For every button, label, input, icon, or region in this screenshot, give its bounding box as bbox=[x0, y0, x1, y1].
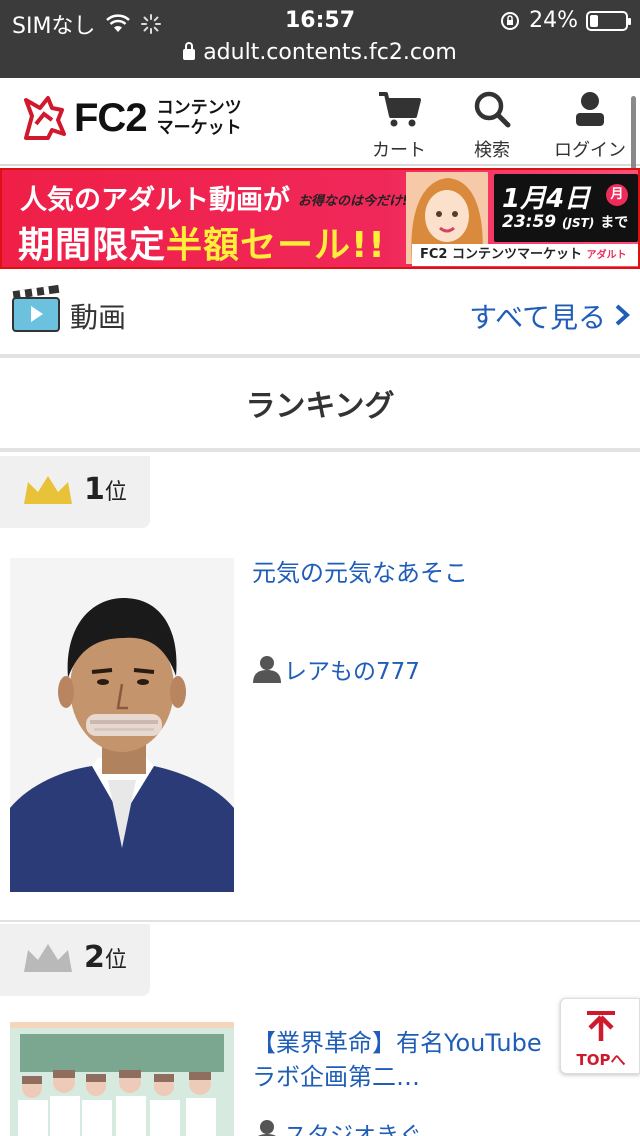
status-bar: SIMなし 16:57 24% adult.contents.fc2.com bbox=[0, 0, 640, 78]
logo-sub-line2: マーケット bbox=[156, 118, 242, 138]
back-to-top-button[interactable]: TOPへ bbox=[560, 998, 640, 1074]
banner-weekday: 月 bbox=[606, 184, 628, 206]
video-clapper-icon bbox=[12, 284, 60, 332]
item-thumbnail[interactable] bbox=[10, 1022, 234, 1136]
url-text: adult.contents.fc2.com bbox=[203, 40, 457, 65]
banner-footer-brand: FC2 コンテンツマーケット bbox=[420, 247, 582, 262]
login-label: ログイン bbox=[554, 140, 626, 161]
banner-tagline: お得なのは今だけ!! bbox=[298, 194, 414, 209]
rotation-lock-icon bbox=[501, 11, 520, 30]
item-thumbnail[interactable] bbox=[10, 558, 234, 892]
rank-badge: 2位 bbox=[0, 924, 150, 996]
battery-icon bbox=[586, 10, 631, 31]
banner-date: 1月4日 bbox=[502, 184, 591, 214]
sale-banner[interactable]: 人気のアダルト動画が 期間限定半額セール!! お得なのは今だけ!! 1月4日 月… bbox=[0, 168, 640, 269]
logo-text: FC2 bbox=[74, 95, 148, 140]
silver-crown-icon bbox=[24, 944, 72, 972]
lock-icon bbox=[183, 42, 196, 60]
section-title: 動画 bbox=[70, 301, 127, 334]
banner-date-box: 1月4日 月 23:59 (JST) まで bbox=[494, 174, 638, 242]
arrow-up-icon bbox=[587, 1011, 615, 1041]
chevron-right-icon[interactable] bbox=[614, 304, 630, 326]
search-label: 検索 bbox=[474, 140, 510, 161]
cart-button[interactable]: カート bbox=[372, 90, 426, 162]
logo-subtitle: コンテンツ マーケット bbox=[157, 98, 242, 138]
logo-sub-line1: コンテンツ bbox=[156, 98, 242, 118]
banner-until: まで bbox=[600, 215, 629, 231]
unicorn-logo-icon bbox=[24, 96, 66, 140]
banner-deadline: 23:59 (JST) まで bbox=[502, 212, 628, 232]
banner-sale: 半額セール!! bbox=[166, 225, 386, 266]
user-icon bbox=[576, 92, 604, 126]
search-icon bbox=[474, 91, 511, 128]
battery-level bbox=[590, 14, 598, 27]
rank-number: 1位 bbox=[84, 472, 127, 507]
banner-subheadline: 期間限定半額セール!! bbox=[18, 216, 386, 267]
banner-timezone: (JST) bbox=[562, 216, 595, 230]
search-button[interactable]: 検索 bbox=[472, 90, 512, 162]
site-logo[interactable]: FC2 コンテンツ マーケット bbox=[22, 94, 242, 142]
person-icon bbox=[258, 1120, 276, 1136]
rank-number: 2位 bbox=[84, 940, 127, 975]
ranking-item[interactable]: 元気の元気なあそこ レアもの777 bbox=[0, 556, 640, 892]
ranking-item[interactable]: 【業界革命】有名YouTube ラボ企画第二… スタジオきぐ bbox=[0, 1022, 640, 1136]
ranking-title: ランキング bbox=[0, 362, 640, 452]
address-bar[interactable]: adult.contents.fc2.com bbox=[0, 40, 640, 65]
scrollbar-indicator bbox=[631, 96, 636, 170]
banner-period: 期間限定 bbox=[18, 225, 167, 266]
seller-name: レアもの777 bbox=[284, 659, 420, 685]
rank-value: 2 bbox=[84, 940, 105, 975]
cart-icon bbox=[379, 92, 421, 127]
item-seller-link[interactable]: スタジオきぐ bbox=[252, 1116, 422, 1136]
video-section-header: 動画 すべて見る bbox=[0, 270, 640, 358]
rank-value: 1 bbox=[84, 472, 105, 507]
see-all-link[interactable]: すべて見る bbox=[469, 296, 606, 336]
rank-badge: 1位 bbox=[0, 456, 150, 528]
rank-suffix: 位 bbox=[104, 948, 127, 973]
status-right: 24% bbox=[499, 8, 631, 33]
banner-time: 23:59 bbox=[502, 212, 557, 232]
gold-crown-icon bbox=[24, 476, 72, 504]
site-header: FC2 コンテンツ マーケット カート 検索 ログイン bbox=[0, 78, 640, 170]
rank-suffix: 位 bbox=[104, 480, 127, 505]
item-title-link[interactable]: 元気の元気なあそこ bbox=[252, 556, 632, 590]
login-button[interactable]: ログイン bbox=[554, 90, 626, 162]
item-divider bbox=[0, 920, 640, 922]
seller-name: スタジオきぐ bbox=[284, 1123, 422, 1136]
item-seller-link[interactable]: レアもの777 bbox=[252, 652, 420, 686]
battery-percent: 24% bbox=[529, 8, 578, 33]
banner-footer: FC2 コンテンツマーケット アダルト bbox=[412, 244, 638, 266]
back-to-top-label: TOPへ bbox=[576, 1051, 626, 1069]
person-icon bbox=[253, 656, 281, 683]
banner-headline: 人気のアダルト動画が bbox=[20, 185, 290, 216]
cart-label: カート bbox=[372, 140, 426, 161]
banner-footer-tag: アダルト bbox=[586, 250, 627, 261]
